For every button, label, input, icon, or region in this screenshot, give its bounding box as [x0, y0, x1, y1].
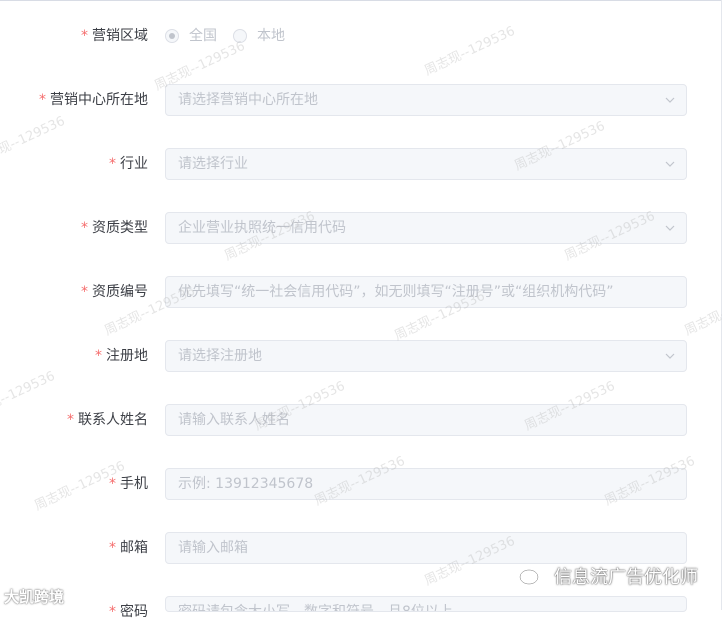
email-input[interactable]: 请输入邮箱	[165, 532, 687, 564]
required-mark: *	[81, 284, 88, 300]
required-mark: *	[109, 476, 116, 492]
qualification-type-label: * 资质类型	[81, 220, 148, 236]
marketing-area-label: * 营销区域	[81, 28, 148, 44]
select-placeholder: 请选择注册地	[178, 348, 262, 364]
contact-name-input[interactable]: 请输入联系人姓名	[165, 404, 687, 436]
qualification-type-row: * 资质类型 企业营业执照统一信用代码	[0, 212, 722, 244]
brand-logo-left: 大凯跨境	[4, 588, 65, 606]
select-placeholder: 请选择营销中心所在地	[178, 92, 318, 108]
required-mark: *	[95, 348, 102, 364]
marketing-center-location-row: * 营销中心所在地 请选择营销中心所在地	[0, 84, 722, 116]
required-mark: *	[109, 156, 116, 172]
registration-place-row: * 注册地 请选择注册地	[0, 340, 722, 372]
registration-place-select[interactable]: 请选择注册地	[165, 340, 687, 372]
input-placeholder: 示例: 13912345678	[178, 476, 314, 492]
phone-row: * 手机 示例: 13912345678	[0, 468, 722, 500]
select-value: 企业营业执照统一信用代码	[178, 220, 346, 236]
radio-unchecked-icon	[233, 29, 247, 43]
input-placeholder: 请输入邮箱	[178, 540, 248, 556]
wechat-icon	[519, 569, 546, 587]
contact-name-label: * 联系人姓名	[67, 412, 148, 428]
email-label: * 邮箱	[109, 540, 148, 556]
chevron-down-icon	[665, 225, 675, 231]
contact-name-row: * 联系人姓名 请输入联系人姓名	[0, 404, 722, 436]
marketing-center-location-label: * 营销中心所在地	[39, 92, 148, 108]
input-placeholder: 优先填写“统一社会信用代码”，如无则填写“注册号”或“组织机构代码”	[178, 284, 614, 300]
select-placeholder: 请选择行业	[178, 156, 248, 172]
qualification-type-select[interactable]: 企业营业执照统一信用代码	[165, 212, 687, 244]
required-mark: *	[109, 604, 116, 620]
email-row: * 邮箱 请输入邮箱	[0, 532, 722, 564]
qualification-number-row: * 资质编号 优先填写“统一社会信用代码”，如无则填写“注册号”或“组织机构代码”	[0, 276, 722, 308]
phone-input[interactable]: 示例: 13912345678	[165, 468, 687, 500]
required-mark: *	[81, 28, 88, 44]
marketing-center-location-select[interactable]: 请选择营销中心所在地	[165, 84, 687, 116]
industry-row: * 行业 请选择行业	[0, 148, 722, 180]
chevron-down-icon	[665, 353, 675, 359]
password-label: * 密码	[109, 604, 148, 620]
phone-label: * 手机	[109, 476, 148, 492]
industry-select[interactable]: 请选择行业	[165, 148, 687, 180]
required-mark: *	[67, 412, 74, 428]
marketing-area-row: * 营销区域 全国 本地	[0, 20, 722, 52]
advertiser-qualification-form: *营销区域 全国 本地 *营销中心所在地 请选择营销中心所在地 *行业 请	[0, 0, 722, 620]
required-mark: *	[109, 540, 116, 556]
qualification-number-input[interactable]: 优先填写“统一社会信用代码”，如无则填写“注册号”或“组织机构代码”	[165, 276, 687, 308]
password-row: * 密码 密码请包含大小写、数字和符号，且8位以上	[0, 596, 722, 628]
industry-label: * 行业	[109, 156, 148, 172]
qualification-number-label: * 资质编号	[81, 284, 148, 300]
chevron-down-icon	[665, 97, 675, 103]
registration-place-label: * 注册地	[95, 348, 148, 364]
brand-right-text: 信息流广告优化师	[554, 567, 698, 588]
input-placeholder: 请输入联系人姓名	[178, 412, 290, 428]
required-mark: *	[81, 220, 88, 236]
chevron-down-icon	[665, 161, 675, 167]
radio-checked-icon	[165, 29, 179, 43]
required-mark: *	[39, 92, 46, 108]
